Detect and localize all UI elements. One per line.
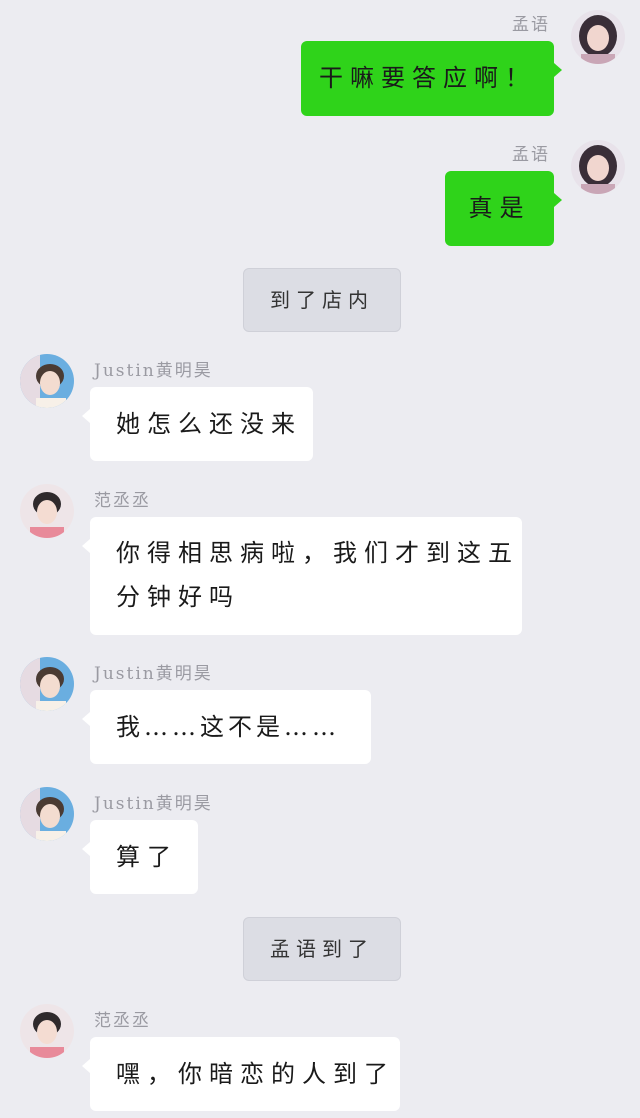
sender-name: Justin黄明昊 (94, 664, 213, 684)
message-text: 我……这不是…… (116, 713, 340, 741)
sender-name: 范丞丞 (94, 1011, 151, 1031)
message-text-line: 分钟好吗 (116, 583, 240, 611)
sender-name: 孟语 (512, 145, 550, 165)
message-text: 嘿，你暗恋的人到了 (116, 1060, 395, 1088)
message-bubble[interactable]: 真是 (445, 171, 562, 246)
girl-avatar-icon (571, 10, 625, 64)
message-text: 算了 (116, 843, 178, 871)
message-bubble[interactable]: 干嘛要答应啊！ (301, 41, 562, 116)
girl-avatar-icon (571, 140, 625, 194)
message-bubble[interactable]: 你得相思病啦，我们才到这五 分钟好吗 (82, 517, 522, 635)
message-text: 干嘛要答应啊！ (319, 64, 536, 92)
avatar[interactable] (20, 354, 74, 408)
message-bubble[interactable]: 她怎么还没来 (82, 387, 313, 461)
sender-name: 孟语 (512, 15, 550, 35)
avatar[interactable] (571, 140, 625, 194)
fan-avatar-icon (20, 1004, 74, 1058)
message-text: 她怎么还没来 (116, 410, 302, 438)
avatar[interactable] (20, 484, 74, 538)
justin-avatar-icon (20, 657, 74, 711)
message-bubble[interactable]: 我……这不是…… (82, 690, 371, 764)
chat-area: 孟语 干嘛要答应啊！ 孟语 真是 到了店内 Justin黄明昊 她怎么还没来 范… (0, 0, 640, 1118)
message-text: 真是 (468, 194, 531, 222)
avatar[interactable] (571, 10, 625, 64)
sender-name: Justin黄明昊 (94, 794, 213, 814)
sender-name: Justin黄明昊 (94, 361, 213, 381)
avatar[interactable] (20, 787, 74, 841)
system-notice: 孟语到了 (243, 917, 401, 981)
message-bubble[interactable]: 嘿，你暗恋的人到了 (82, 1037, 400, 1111)
justin-avatar-icon (20, 787, 74, 841)
fan-avatar-icon (20, 484, 74, 538)
sender-name: 范丞丞 (94, 491, 151, 511)
system-notice: 到了店内 (243, 268, 401, 332)
message-bubble[interactable]: 算了 (82, 820, 198, 894)
justin-avatar-icon (20, 354, 74, 408)
avatar[interactable] (20, 1004, 74, 1058)
avatar[interactable] (20, 657, 74, 711)
message-text-line: 你得相思病啦，我们才到这五 (116, 539, 519, 567)
